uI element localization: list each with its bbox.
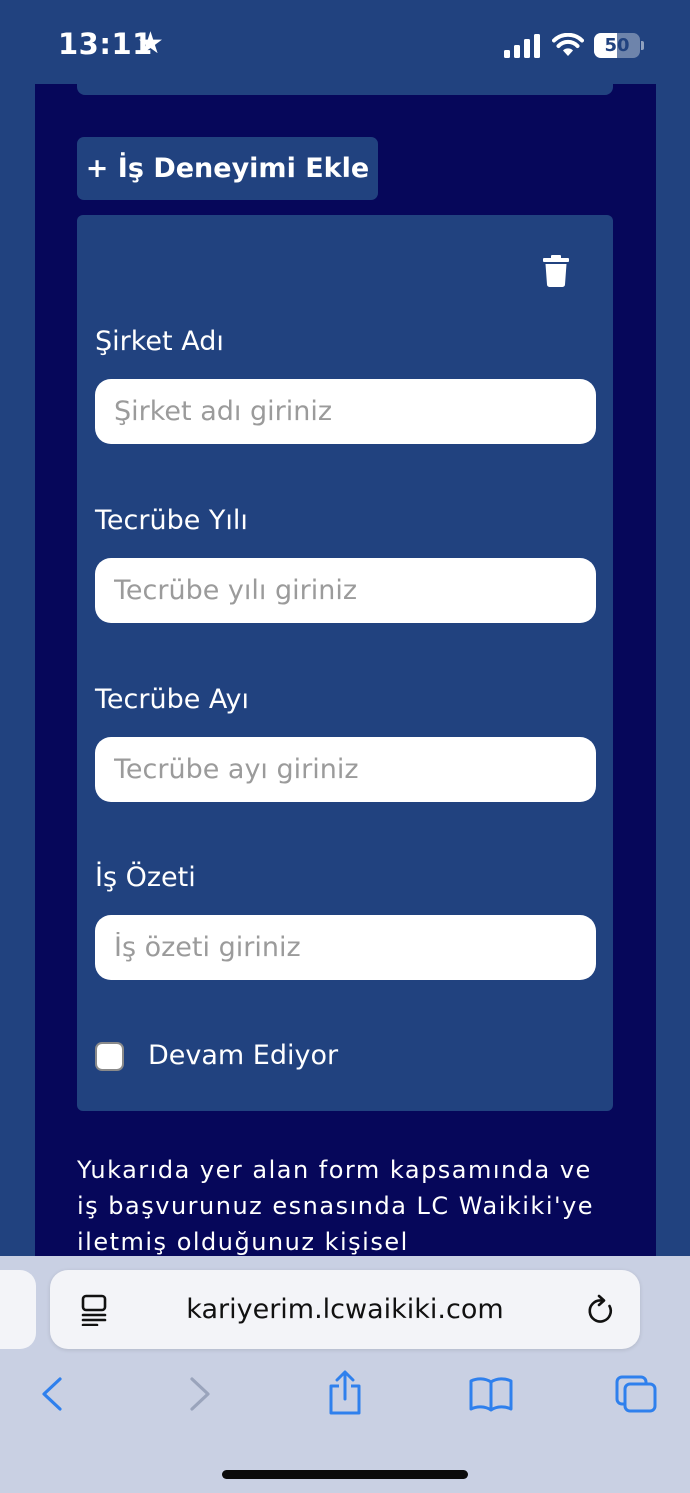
address-bar[interactable]: kariyerim.lcwaikiki.com <box>50 1270 640 1349</box>
wifi-icon <box>552 33 584 56</box>
cellular-signal-icon <box>504 34 540 58</box>
reader-icon[interactable] <box>81 1294 108 1326</box>
add-experience-button[interactable]: + İş Deneyimi Ekle <box>77 137 378 200</box>
battery-level: 50 <box>604 35 630 56</box>
url-text: kariyerim.lcwaikiki.com <box>186 1294 504 1325</box>
ongoing-checkbox[interactable] <box>95 1042 124 1071</box>
experience-card: Şirket Adı Tecrübe Yılı Tecrübe Ayı İş Ö… <box>77 215 613 1111</box>
reload-icon[interactable] <box>586 1294 616 1326</box>
share-icon[interactable] <box>327 1370 363 1416</box>
battery-icon: 50 <box>594 33 644 58</box>
ongoing-checkbox-label: Devam Ediyor <box>148 1040 339 1071</box>
experience-months-label: Tecrübe Ayı <box>95 684 250 715</box>
previous-tab-preview[interactable] <box>0 1270 36 1349</box>
forward-icon[interactable] <box>188 1376 214 1412</box>
experience-years-input[interactable] <box>95 558 596 623</box>
company-name-input[interactable] <box>95 379 596 444</box>
company-name-label: Şirket Adı <box>95 326 224 357</box>
content-panel: + İş Deneyimi Ekle Şirket Adı Tecrübe Yı… <box>35 84 656 1256</box>
tabs-icon[interactable] <box>614 1374 658 1414</box>
star-icon: ★ <box>137 26 164 61</box>
previous-card-edge <box>77 84 613 95</box>
bookmarks-icon[interactable] <box>468 1376 514 1412</box>
consent-text: Yukarıda yer alan form kapsamında ve iş … <box>77 1156 595 1256</box>
experience-months-input[interactable] <box>95 737 596 802</box>
browser-toolbar: kariyerim.lcwaikiki.com <box>0 1256 690 1493</box>
job-summary-label: İş Özeti <box>95 862 196 893</box>
page: 13:11 ★ 50 + İş Deneyimi Ekle Şirket Adı… <box>0 0 690 1493</box>
trash-icon[interactable] <box>543 255 569 287</box>
experience-years-label: Tecrübe Yılı <box>95 505 248 536</box>
back-icon[interactable] <box>38 1376 64 1412</box>
status-bar: 13:11 ★ 50 <box>0 0 690 84</box>
job-summary-input[interactable] <box>95 915 596 980</box>
home-indicator <box>222 1470 468 1479</box>
